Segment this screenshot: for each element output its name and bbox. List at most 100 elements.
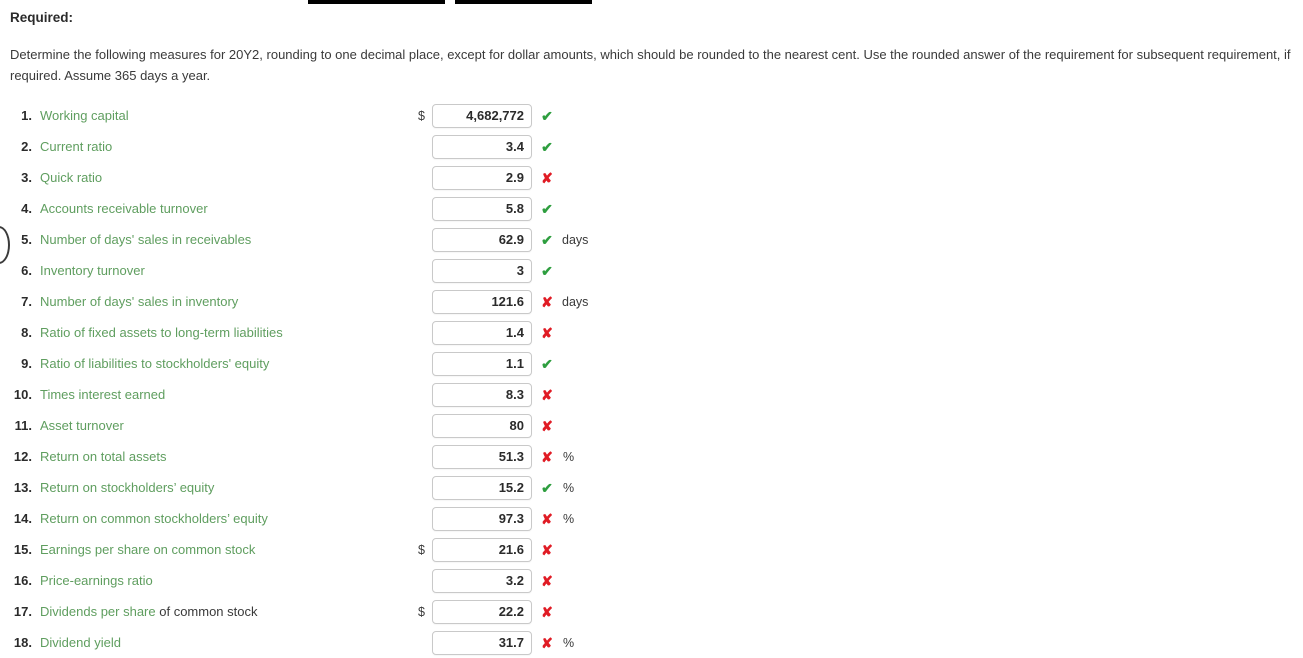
measure-row: 8. Ratio of fixed assets to long-term lia… <box>0 317 1303 348</box>
measure-label: Dividend yield <box>36 635 121 650</box>
measure-label: Asset turnover <box>36 418 124 433</box>
answer-input[interactable] <box>432 537 532 562</box>
measure-row: 15.Earnings per share on common stock$✘ <box>0 534 1303 565</box>
correct-icon: ✔ <box>541 262 553 279</box>
answer-zone: $✘ <box>418 596 555 627</box>
currency-symbol: $ <box>418 542 425 557</box>
measure-row: 1.Working capital$✔ <box>0 100 1303 131</box>
incorrect-icon: ✘ <box>541 634 553 651</box>
measure-label-highlight: Earnings per share on common stock <box>40 542 256 557</box>
page-title: Required: <box>10 10 74 25</box>
measure-label-highlight: Dividend yield <box>40 635 121 650</box>
answer-input[interactable] <box>432 444 532 469</box>
answer-zone: ✔ days <box>418 224 588 255</box>
measure-label-highlight: Number of days' sales in receivables <box>40 232 252 247</box>
correct-icon: ✔ <box>541 107 553 124</box>
correct-icon: ✔ <box>541 231 553 248</box>
measure-label-highlight: Return on total assets <box>40 449 167 464</box>
measure-number: 3. <box>21 170 32 185</box>
measure-label: Return on common stockholders’ equity <box>36 511 268 526</box>
unit-label: % <box>563 511 575 526</box>
measure-label: Ratio of liabilities to stockholders' eq… <box>36 356 269 371</box>
answer-input[interactable] <box>432 289 532 314</box>
answer-zone: $✘ <box>418 534 555 565</box>
measure-row: 10. Times interest earned ✘ <box>0 379 1303 410</box>
answer-zone: ✘% <box>418 627 574 658</box>
measure-row: 2. Current ratio ✔ <box>0 131 1303 162</box>
measure-number: 14. <box>13 511 32 526</box>
answer-zone: ✔ <box>418 131 555 162</box>
measure-number: 10. <box>13 387 32 402</box>
answer-input[interactable] <box>432 258 532 283</box>
answer-input[interactable] <box>432 413 532 438</box>
measure-label-highlight: Ratio of liabilities to stockholders' eq… <box>40 356 270 371</box>
measures-list: 1.Working capital$✔2.Current ratio✔3.Qui… <box>0 100 1303 658</box>
answer-input[interactable] <box>432 568 532 593</box>
measure-label: Earnings per share on common stock <box>36 542 255 557</box>
answer-input[interactable] <box>432 320 532 345</box>
unit-label: days <box>562 232 589 247</box>
measure-label: Times interest earned <box>36 387 165 402</box>
answer-input[interactable] <box>432 351 532 376</box>
measure-number: 7. <box>21 294 32 309</box>
incorrect-icon: ✘ <box>541 293 553 310</box>
answer-zone: ✘ days <box>418 286 588 317</box>
measure-number: 9. <box>21 356 32 371</box>
answer-input[interactable] <box>432 165 532 190</box>
measure-label-highlight: Accounts receivable turnover <box>40 201 208 216</box>
answer-zone: ✔ <box>418 348 555 379</box>
measure-row: 3. Quick ratio ✘ <box>0 162 1303 193</box>
measure-number: 13. <box>13 480 32 495</box>
answer-input[interactable] <box>432 196 532 221</box>
instructions-text: Determine the following measures for 20Y… <box>10 47 1291 83</box>
answer-input[interactable] <box>432 227 532 252</box>
measure-label: Return on stockholders’ equity <box>36 480 214 495</box>
measure-number: 11. <box>14 418 32 433</box>
measure-number: 17. <box>13 604 32 619</box>
answer-input[interactable] <box>432 475 532 500</box>
measure-label: Inventory turnover <box>36 263 145 278</box>
measure-row: 4. Accounts receivable turnover ✔ <box>0 193 1303 224</box>
answer-zone: ✘% <box>418 503 574 534</box>
answer-input[interactable] <box>432 103 532 128</box>
measure-label: Current ratio <box>36 139 112 154</box>
measure-label-highlight: Working capital <box>40 108 129 123</box>
measure-label-highlight: Return on common stockholders’ equity <box>40 511 268 526</box>
unit-label: % <box>563 480 575 495</box>
answer-input[interactable] <box>432 630 532 655</box>
measure-number: 5. <box>21 232 32 247</box>
unit-label: days <box>562 294 589 309</box>
measure-number: 8. <box>21 325 32 340</box>
incorrect-icon: ✘ <box>541 169 553 186</box>
incorrect-icon: ✘ <box>541 541 553 558</box>
incorrect-icon: ✘ <box>541 417 553 434</box>
answer-input[interactable] <box>432 599 532 624</box>
measure-row: 16. Price-earnings ratio ✘ <box>0 565 1303 596</box>
answer-zone: ✔ <box>418 255 555 286</box>
measure-row: 9. Ratio of liabilities to stockholders' … <box>0 348 1303 379</box>
incorrect-icon: ✘ <box>541 572 553 589</box>
correct-icon: ✔ <box>541 200 553 217</box>
measure-row: 11. Asset turnover ✘ <box>0 410 1303 441</box>
measure-row: 14. Return on common stockholders’ equity… <box>0 503 1303 534</box>
correct-icon: ✔ <box>541 479 553 496</box>
unit-label: % <box>563 635 575 650</box>
measure-label: Dividends per share of common stock <box>36 604 258 619</box>
measure-label: Quick ratio <box>36 170 102 185</box>
measure-row: 12. Return on total assets ✘% <box>0 441 1303 472</box>
measure-label-highlight: Current ratio <box>40 139 113 154</box>
answer-input[interactable] <box>432 506 532 531</box>
answer-input[interactable] <box>432 382 532 407</box>
measure-row: 5. Number of days' sales in receivables ✔ d… <box>0 224 1303 255</box>
measure-number: 16. <box>13 573 32 588</box>
answer-zone: ✘ <box>418 379 555 410</box>
measure-label-highlight: Ratio of fixed assets to long-term liabi… <box>40 325 283 340</box>
measure-number: 4. <box>21 201 32 216</box>
currency-symbol: $ <box>418 604 425 619</box>
answer-zone: ✘ <box>418 410 555 441</box>
answer-input[interactable] <box>432 134 532 159</box>
answer-zone: ✘ <box>418 317 555 348</box>
measure-label: Ratio of fixed assets to long-term liabi… <box>36 325 283 340</box>
measure-number: 1. <box>21 108 32 123</box>
correct-icon: ✔ <box>541 355 553 372</box>
